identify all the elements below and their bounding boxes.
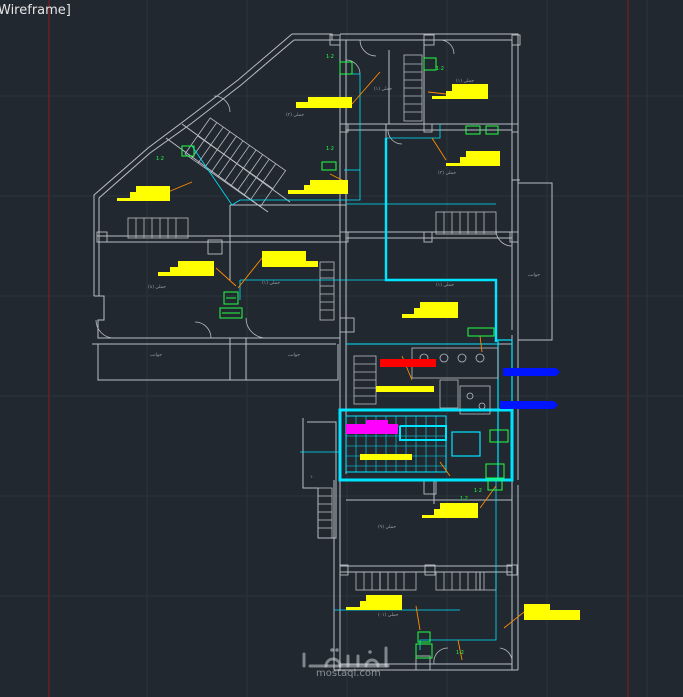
mostaql-url: mostaql.com [316, 668, 381, 679]
svg-text:(٠١) جملي: (٠١) جملي [378, 612, 399, 618]
svg-text:1·2: 1·2 [436, 66, 444, 72]
blue-pipe-segments [500, 368, 560, 409]
svg-text:(٩) جملي: (٩) جملي [378, 524, 396, 530]
svg-text:(٣) جملي: (٣) جملي [286, 112, 304, 118]
building-walls [92, 33, 553, 671]
red-pipe-segment [380, 359, 436, 367]
equipment-symbols [181, 57, 509, 659]
svg-text:جوانب: جوانب [150, 353, 162, 358]
svg-text:1·2: 1·2 [326, 146, 334, 152]
svg-text:1·2: 1·2 [474, 488, 482, 494]
svg-text:(٨) جملي: (٨) جملي [148, 284, 166, 290]
svg-text:(٣) جملي: (٣) جملي [438, 170, 456, 176]
svg-text:١٠: ١٠ [310, 475, 315, 480]
view-style-label[interactable]: Wireframe] [0, 3, 71, 18]
svg-text:(١) جملي: (١) جملي [262, 280, 280, 286]
svg-text:جوانب: جوانب [528, 273, 540, 278]
door-swings [95, 39, 513, 665]
plumbing-fixtures [411, 347, 499, 415]
svg-text:1·2: 1·2 [456, 650, 464, 656]
cad-model-viewport[interactable]: 1·2 1·2 1·2 1·2 1·2 1·2 1·2 (٣) جملي (١)… [0, 0, 683, 697]
yellow-tags [117, 84, 580, 620]
svg-text:1·2: 1·2 [460, 496, 468, 502]
svg-text:(١) جملي: (١) جملي [374, 86, 392, 92]
magenta-marker [346, 420, 398, 434]
svg-text:1·2: 1·2 [326, 54, 334, 60]
svg-text:جوانب: جوانب [288, 353, 300, 358]
floor-plan-drawing[interactable]: 1·2 1·2 1·2 1·2 1·2 1·2 1·2 (٣) جملي (١)… [0, 0, 683, 697]
svg-text:1·2: 1·2 [156, 156, 164, 162]
svg-text:(١) جملي: (١) جملي [456, 78, 474, 84]
svg-text:(١) جملي: (١) جملي [436, 282, 454, 288]
